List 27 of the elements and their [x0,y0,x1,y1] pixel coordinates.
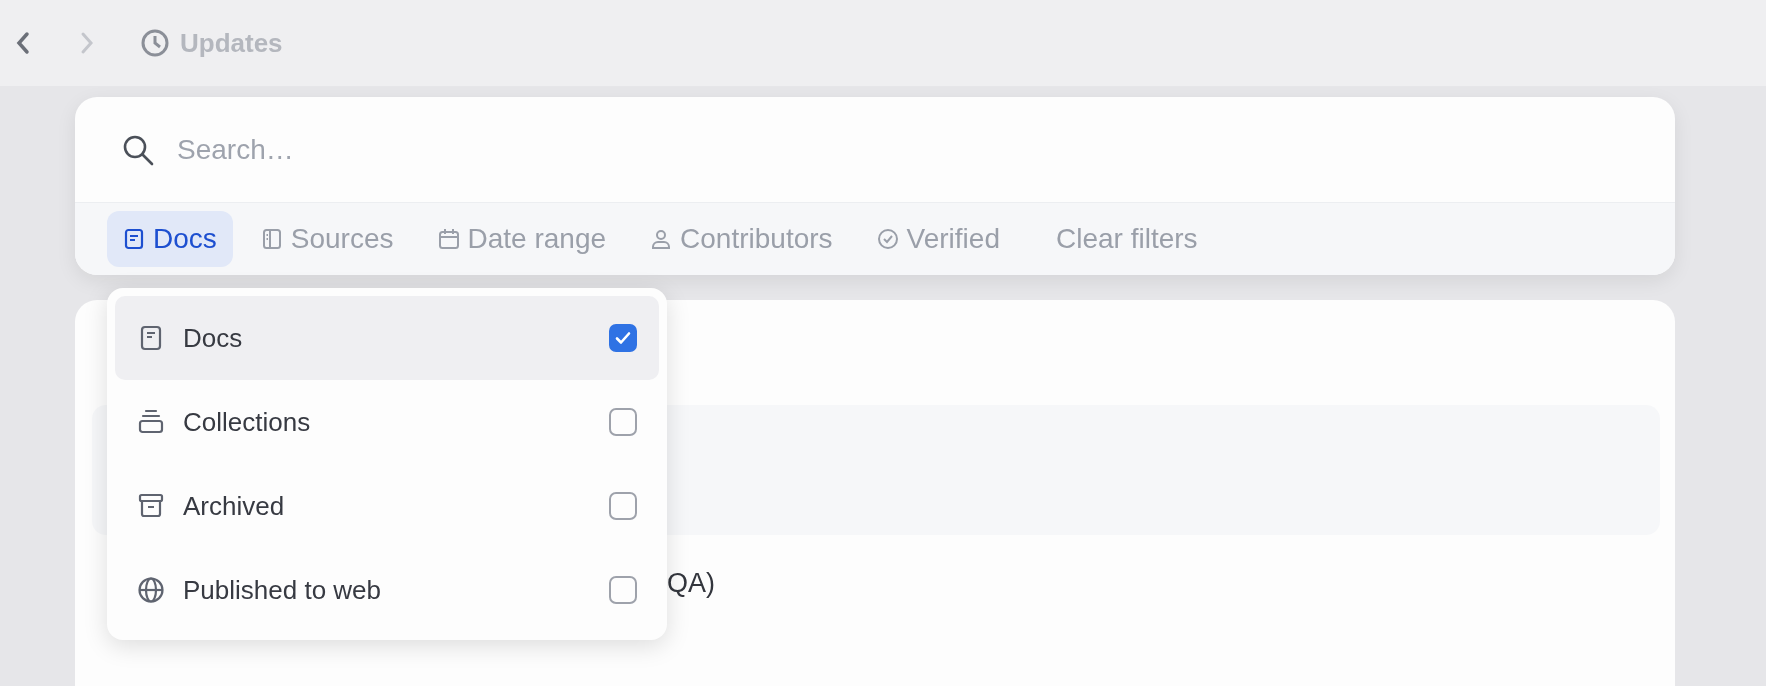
search-field[interactable]: Search… [175,132,1379,167]
list-item-title: QA) [667,568,715,599]
option-label: Published to web [183,574,383,606]
option-label: Collections [183,406,312,438]
globe-icon [137,576,165,604]
document-icon [123,228,145,250]
forward-icon[interactable] [80,31,94,55]
checkbox[interactable] [609,324,637,352]
dropdown-option[interactable]: Archived [115,464,659,548]
page-title: Updates [180,27,283,59]
dropdown-option[interactable]: Published to web [115,548,659,632]
stack-icon [137,408,165,436]
filter-tab[interactable]: Docs [107,211,233,267]
option-label: Docs [183,322,244,354]
panel-icon [260,228,283,250]
person-icon [650,228,673,250]
checkbox[interactable] [609,576,637,604]
checkbox[interactable] [609,492,637,520]
dropdown-option[interactable]: Collections [115,380,659,464]
dropdown-option[interactable]: Docs [115,296,659,380]
check-circle-icon [876,228,899,250]
archive-box-icon [137,492,165,520]
clock-icon [140,28,170,58]
calendar-icon [437,228,460,250]
checkbox[interactable] [609,408,637,436]
back-icon[interactable] [16,31,30,55]
option-label: Archived [183,490,286,522]
